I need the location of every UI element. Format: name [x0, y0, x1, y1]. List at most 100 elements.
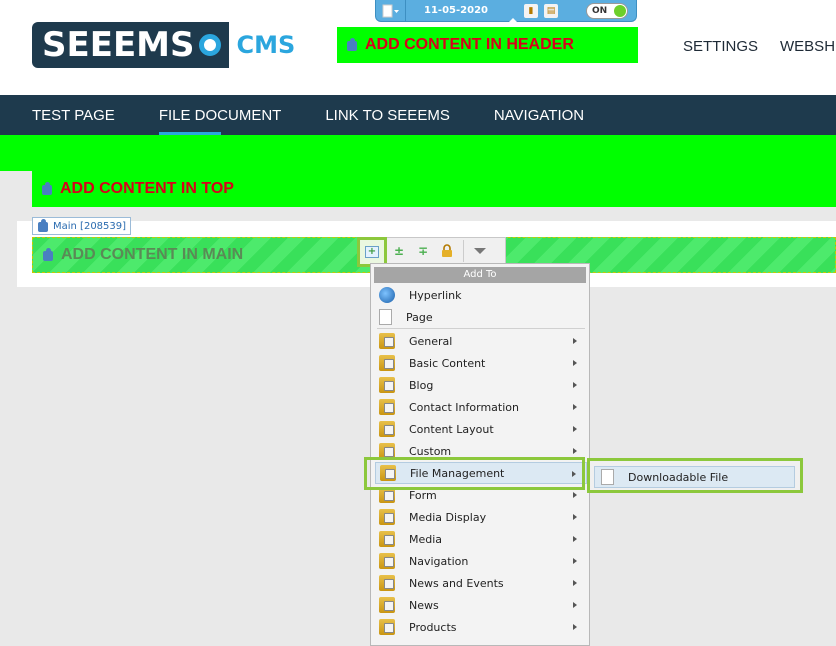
add-below-button[interactable]: ∓ — [411, 239, 435, 263]
page-icon — [601, 469, 614, 485]
chevron-right-icon — [573, 448, 577, 454]
globe-icon — [379, 287, 395, 303]
page-settings-icon[interactable]: ▤ — [544, 3, 558, 18]
puzzle-icon — [345, 38, 359, 52]
menu-item-navigation[interactable]: Navigation — [375, 550, 587, 572]
menu-item-label: Hyperlink — [409, 288, 462, 302]
menu-item-contact-information[interactable]: Contact Information — [375, 396, 587, 418]
plus-below-icon: ∓ — [417, 244, 429, 258]
zone-toolbar: + ± ∓ — [357, 237, 506, 267]
chevron-right-icon — [573, 338, 577, 344]
chevron-right-icon — [573, 426, 577, 432]
menu-item-news-and-events[interactable]: News and Events — [375, 572, 587, 594]
folder-icon — [379, 355, 395, 371]
website-link[interactable]: WEBSH — [780, 38, 835, 55]
menu-item-label: Contact Information — [409, 400, 519, 414]
folder-icon — [379, 553, 395, 569]
puzzle-icon — [40, 182, 54, 196]
menu-item-blog[interactable]: Blog — [375, 374, 587, 396]
folder-icon — [379, 377, 395, 393]
header-zone-label: ADD CONTENT IN HEADER — [365, 36, 574, 53]
menu-item-label: Media — [409, 532, 443, 546]
menu-item-label: Blog — [409, 378, 434, 392]
menu-item-media[interactable]: Media — [375, 528, 587, 550]
folder-icon — [379, 421, 395, 437]
menu-item-content-layout[interactable]: Content Layout — [375, 418, 587, 440]
menu-item-products[interactable]: Products — [375, 616, 587, 638]
lock-button[interactable] — [435, 239, 459, 263]
menu-item-page[interactable]: Page — [375, 306, 587, 328]
submenu-item-downloadable-file[interactable]: Downloadable File — [594, 466, 795, 488]
nav-item-navigation[interactable]: NAVIGATION — [494, 95, 584, 135]
puzzle-icon — [41, 248, 55, 262]
add-to-menu: Add To Hyperlink Page General Basic Content… — [370, 263, 590, 646]
edit-mode-toggle[interactable]: ON — [586, 3, 628, 19]
folder-icon — [379, 575, 395, 591]
file-management-submenu: Downloadable File — [587, 458, 803, 493]
chevron-right-icon — [573, 492, 577, 498]
menu-item-label: Navigation — [409, 554, 469, 568]
menu-item-hyperlink[interactable]: Hyperlink — [375, 284, 587, 306]
menu-item-label: Products — [409, 620, 457, 634]
chevron-right-icon — [573, 624, 577, 630]
logo-suffix: CMS — [236, 31, 296, 59]
menu-item-media-display[interactable]: Media Display — [375, 506, 587, 528]
chevron-right-icon — [573, 558, 577, 564]
dropdown-caret-icon[interactable] — [474, 248, 486, 254]
chevron-right-icon — [573, 536, 577, 542]
menu-item-label: General — [409, 334, 453, 348]
chevron-right-icon — [573, 602, 577, 608]
toggle-label: ON — [592, 6, 608, 16]
menu-item-label: Form — [409, 488, 437, 502]
menu-header: Add To — [374, 267, 586, 283]
menu-item-label: News — [409, 598, 439, 612]
header-content-zone[interactable]: ADD CONTENT IN HEADER — [337, 27, 638, 63]
nav-item-link-to-seeems[interactable]: LINK TO SEEEMS — [325, 95, 450, 135]
puzzle-icon — [36, 219, 50, 233]
folder-icon — [379, 597, 395, 613]
logo-text: SEEEMS — [42, 25, 195, 65]
toggle-knob — [614, 5, 626, 17]
site-header: SEEEMS CMS 11-05-2020 ▮ ▤ ON ADD CONTENT… — [0, 0, 836, 95]
submenu-item-label: Downloadable File — [628, 470, 729, 484]
menu-item-news[interactable]: News — [375, 594, 587, 616]
folder-icon — [379, 531, 395, 547]
main-zone-tag[interactable]: Main [208539] — [32, 217, 132, 235]
menu-item-label: Content Layout — [409, 422, 494, 436]
toolbar-date: 11-05-2020 — [424, 5, 488, 16]
document-dropdown-icon[interactable] — [376, 0, 406, 22]
chevron-right-icon — [573, 382, 577, 388]
nav-item-test-page[interactable]: TEST PAGE — [32, 95, 115, 135]
menu-item-basic-content[interactable]: Basic Content — [375, 352, 587, 374]
menu-item-general[interactable]: General — [375, 330, 587, 352]
folder-icon — [379, 509, 395, 525]
logo-ring-icon — [198, 34, 221, 56]
chevron-right-icon — [573, 360, 577, 366]
chevron-right-icon — [573, 514, 577, 520]
lock-icon[interactable]: ▮ — [524, 3, 538, 18]
menu-item-label: Basic Content — [409, 356, 486, 370]
menu-item-label: Custom — [409, 444, 452, 458]
top-content-zone[interactable]: ADD CONTENT IN TOP — [32, 171, 836, 207]
folder-icon — [379, 333, 395, 349]
settings-link[interactable]: SETTINGS — [683, 38, 758, 55]
chevron-right-icon — [573, 404, 577, 410]
site-logo[interactable]: SEEEMS CMS — [32, 22, 295, 68]
menu-item-label: Page — [406, 310, 433, 324]
toolbar-caret-icon — [508, 18, 518, 23]
add-above-button[interactable]: ± — [387, 239, 411, 263]
folder-icon — [379, 619, 395, 635]
green-band — [0, 135, 836, 171]
plus-above-icon: ± — [393, 244, 405, 258]
folder-icon — [379, 399, 395, 415]
main-zone-tag-label: Main [208539] — [53, 220, 127, 232]
main-zone-label: ADD CONTENT IN MAIN — [61, 246, 244, 263]
menu-item-label: Media Display — [409, 510, 487, 524]
add-icon: + — [365, 246, 379, 258]
top-zone-label: ADD CONTENT IN TOP — [60, 180, 234, 197]
nav-item-file-document[interactable]: FILE DOCUMENT — [158, 95, 281, 135]
logo-wordmark: SEEEMS — [32, 22, 229, 68]
lock-icon — [442, 244, 452, 257]
toolbar-separator — [463, 240, 464, 262]
cms-toolbar: 11-05-2020 ▮ ▤ ON — [375, 0, 637, 23]
